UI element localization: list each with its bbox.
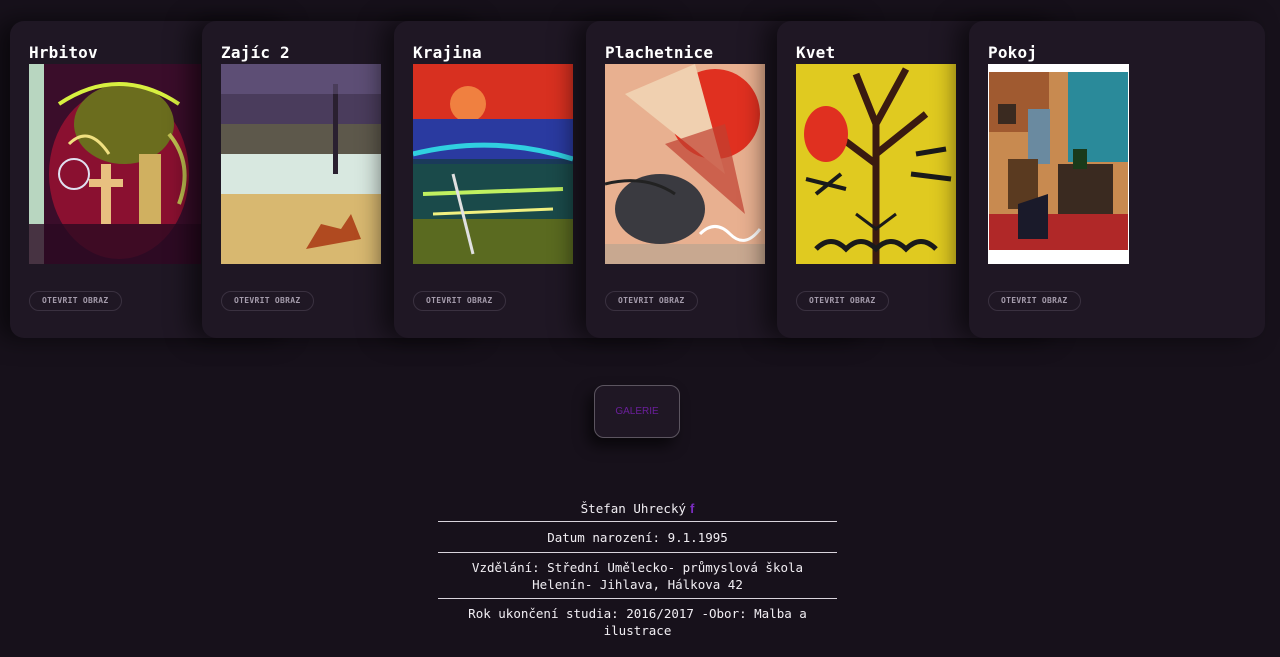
open-painting-button[interactable]: OTEVRIT OBRAZ xyxy=(413,291,506,311)
artist-info: Štefan Uhrecký f Datum narození: 9.1.1995… xyxy=(438,500,837,644)
painting-image[interactable] xyxy=(988,64,1129,264)
page: Hrbitov OTEVRIT OBRAZ Zajíc 2 OTEVRIT OB… xyxy=(0,0,1280,657)
gallery-button[interactable]: GALERIE xyxy=(594,385,680,438)
study-info: Rok ukončení studia: 2016/2017 -Obor: Ma… xyxy=(468,606,807,638)
card-title: Hrbitov xyxy=(29,43,98,62)
birth-date: Datum narození: 9.1.1995 xyxy=(547,530,728,545)
open-painting-button[interactable]: OTEVRIT OBRAZ xyxy=(605,291,698,311)
card-title: Kvet xyxy=(796,43,836,62)
artist-name: Štefan Uhrecký xyxy=(580,501,686,516)
card-title: Zajíc 2 xyxy=(221,43,290,62)
painting-cards: Hrbitov OTEVRIT OBRAZ Zajíc 2 OTEVRIT OB… xyxy=(10,21,1265,339)
facebook-icon[interactable]: f xyxy=(690,501,694,516)
painting-image[interactable] xyxy=(413,64,573,264)
open-painting-button[interactable]: OTEVRIT OBRAZ xyxy=(29,291,122,311)
painting-image[interactable] xyxy=(221,64,381,264)
card-title: Plachetnice xyxy=(605,43,714,62)
education: Vzdělání: Střední Umělecko- průmyslová š… xyxy=(471,560,804,592)
open-painting-button[interactable]: OTEVRIT OBRAZ xyxy=(988,291,1081,311)
card-title: Pokoj xyxy=(988,43,1038,62)
painting-image[interactable] xyxy=(796,64,956,264)
card-pokoj: Pokoj OTEVRIT OBRAZ xyxy=(969,21,1265,338)
painting-image[interactable] xyxy=(29,64,201,264)
artist-name-row: Štefan Uhrecký f xyxy=(438,500,837,521)
painting-image[interactable] xyxy=(605,64,765,264)
open-painting-button[interactable]: OTEVRIT OBRAZ xyxy=(221,291,314,311)
open-painting-button[interactable]: OTEVRIT OBRAZ xyxy=(796,291,889,311)
card-title: Krajina xyxy=(413,43,482,62)
